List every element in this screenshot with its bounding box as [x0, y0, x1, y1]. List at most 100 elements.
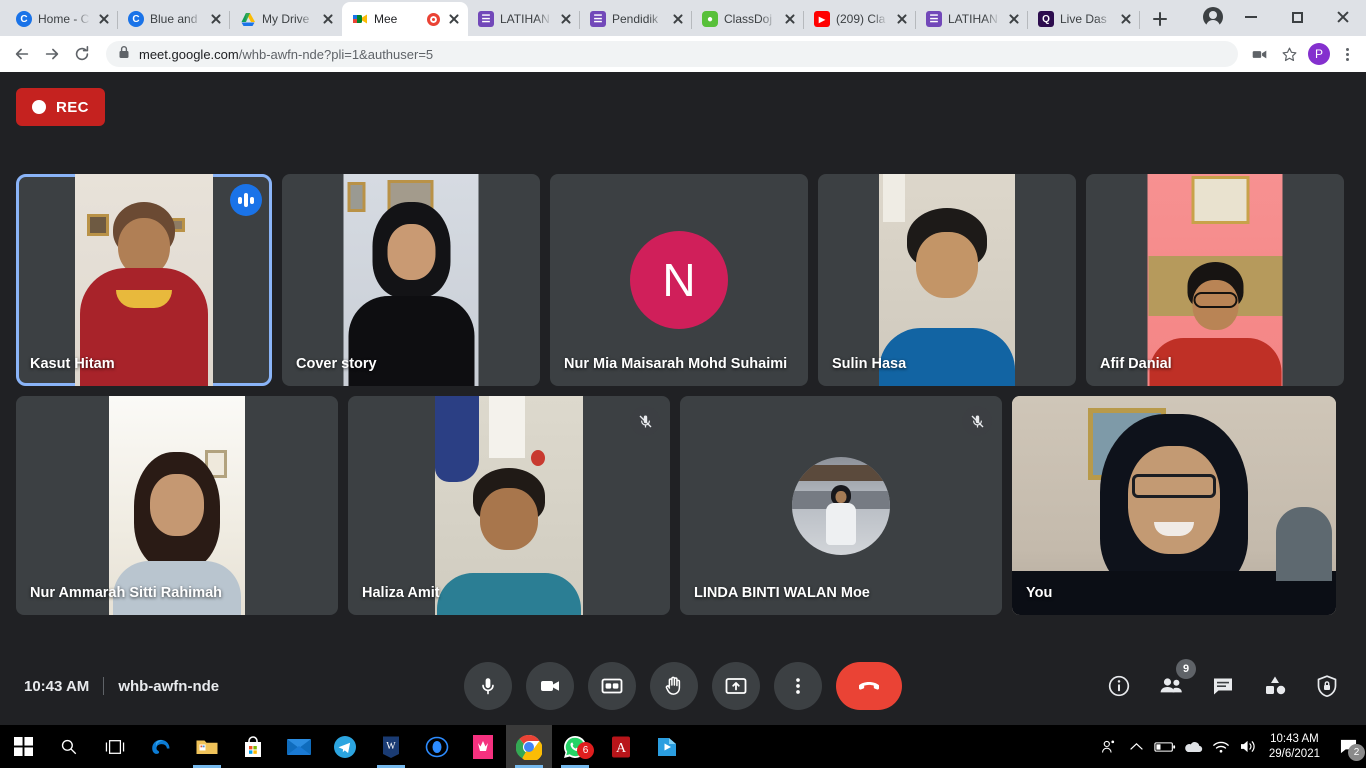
- raise-hand-button[interactable]: [650, 662, 698, 710]
- tab-close-icon[interactable]: [558, 11, 574, 27]
- chat-button[interactable]: [1208, 671, 1238, 701]
- maximize-button[interactable]: [1274, 0, 1320, 34]
- tab-title: Home - C: [38, 12, 90, 26]
- system-tray: 10:43 AM 29/6/2021 2: [1095, 725, 1366, 768]
- browser-tab-1[interactable]: C Blue and: [118, 2, 230, 36]
- kebab-menu-icon[interactable]: [1336, 43, 1358, 65]
- participant-tile-sulin-hasa[interactable]: Sulin Hasa: [818, 174, 1076, 386]
- volume-icon[interactable]: [1235, 725, 1263, 768]
- taskbar-clock[interactable]: 10:43 AM 29/6/2021: [1263, 725, 1330, 768]
- tab-close-icon[interactable]: [208, 11, 224, 27]
- chair-shape: [1276, 507, 1332, 581]
- participant-tile-haliza-amit[interactable]: Haliza Amit: [348, 396, 670, 615]
- participant-count-badge: 9: [1176, 659, 1196, 679]
- participant-name: Kasut Hitam: [30, 356, 115, 372]
- tab-close-icon[interactable]: [894, 11, 910, 27]
- minimize-button[interactable]: [1228, 0, 1274, 34]
- participant-tile-nur-ammarah[interactable]: Nur Ammarah Sitti Rahimah: [16, 396, 338, 615]
- participant-tile-kasut-hitam[interactable]: Kasut Hitam: [16, 174, 272, 386]
- host-controls-button[interactable]: [1312, 671, 1342, 701]
- meeting-time: 10:43 AM: [24, 677, 90, 695]
- tab-close-icon[interactable]: [782, 11, 798, 27]
- forward-arrow-icon[interactable]: [38, 40, 66, 68]
- tab-strip: C Home - C C Blue and My Drive Mee ☰ LAT…: [0, 0, 1366, 36]
- task-view-icon[interactable]: [92, 725, 138, 768]
- browser-tab-2[interactable]: My Drive: [230, 2, 342, 36]
- meet-call-controls: [464, 662, 902, 710]
- close-window-button[interactable]: [1320, 0, 1366, 34]
- recording-label: REC: [56, 98, 89, 116]
- store-icon[interactable]: [230, 725, 276, 768]
- folder-icon[interactable]: [184, 725, 230, 768]
- action-center-button[interactable]: 2: [1330, 725, 1366, 768]
- wifi-icon[interactable]: [1207, 725, 1235, 768]
- tab-close-icon[interactable]: [1006, 11, 1022, 27]
- leave-call-button[interactable]: [836, 662, 902, 710]
- tab-close-icon[interactable]: [1118, 11, 1134, 27]
- browser-tab-9[interactable]: Q Live Das: [1028, 2, 1140, 36]
- address-bar[interactable]: meet.google.com/whb-awfn-nde?pli=1&authu…: [106, 41, 1238, 67]
- glasses-icon: [1193, 292, 1237, 308]
- telegram-icon[interactable]: [322, 725, 368, 768]
- participant-tile-cover-story[interactable]: Cover story: [282, 174, 540, 386]
- participant-video: [879, 174, 1015, 386]
- powerpoint-icon[interactable]: [644, 725, 690, 768]
- participant-name: Cover story: [296, 356, 377, 372]
- zoom-icon[interactable]: [414, 725, 460, 768]
- browser-tab-7[interactable]: ▶ (209) Cla: [804, 2, 916, 36]
- search-icon[interactable]: [46, 725, 92, 768]
- tab-close-icon[interactable]: [446, 11, 462, 27]
- divider: [103, 677, 105, 695]
- start-button[interactable]: [0, 725, 46, 768]
- more-options-button[interactable]: [774, 662, 822, 710]
- participant-tile-afif-danial[interactable]: Afif Danial: [1086, 174, 1344, 386]
- browser-tab-0[interactable]: C Home - C: [6, 2, 118, 36]
- onedrive-icon[interactable]: [1179, 725, 1207, 768]
- participant-tile-linda[interactable]: LINDA BINTI WALAN Moe: [680, 396, 1002, 615]
- browser-tab-3-active[interactable]: Mee: [342, 2, 468, 36]
- reload-icon[interactable]: [68, 40, 96, 68]
- activities-button[interactable]: [1260, 671, 1290, 701]
- tab-close-icon[interactable]: [96, 11, 112, 27]
- media-cast-icon[interactable]: [1246, 41, 1272, 67]
- background-structure: [792, 464, 890, 481]
- show-hidden-icons-icon[interactable]: [1123, 725, 1151, 768]
- acrobat-reader-icon[interactable]: A: [598, 725, 644, 768]
- browser-tab-5[interactable]: ☰ Pendidik: [580, 2, 692, 36]
- back-arrow-icon[interactable]: [8, 40, 36, 68]
- participant-name: You: [1026, 585, 1053, 601]
- meeting-details-button[interactable]: [1104, 671, 1134, 701]
- tab-title: Mee: [374, 12, 398, 26]
- whatsapp-icon[interactable]: 6: [552, 725, 598, 768]
- tab-close-icon[interactable]: [320, 11, 336, 27]
- windows-taskbar: W 6 A 10:43 AM 29/6/2021 2: [0, 725, 1366, 768]
- show-everyone-button[interactable]: 9: [1156, 659, 1196, 701]
- clock-time: 10:43 AM: [1270, 732, 1319, 745]
- browser-tab-4[interactable]: ☰ LATIHAN: [468, 2, 580, 36]
- chrome-icon[interactable]: [506, 725, 552, 768]
- canva-icon[interactable]: [460, 725, 506, 768]
- svg-text:A: A: [616, 741, 627, 756]
- browser-profile-avatar[interactable]: P: [1306, 41, 1332, 67]
- camera-button[interactable]: [526, 662, 574, 710]
- star-icon[interactable]: [1276, 41, 1302, 67]
- browser-tab-6[interactable]: ● ClassDoj: [692, 2, 804, 36]
- tab-close-icon[interactable]: [670, 11, 686, 27]
- participant-tile-you[interactable]: You: [1012, 396, 1336, 615]
- new-tab-button[interactable]: [1146, 5, 1174, 33]
- wall-frame-decoration: [1191, 176, 1250, 224]
- battery-icon[interactable]: [1151, 725, 1179, 768]
- mail-icon[interactable]: [276, 725, 322, 768]
- meet-now-people-icon[interactable]: [1095, 725, 1123, 768]
- microphone-button[interactable]: [464, 662, 512, 710]
- participant-grid: Kasut Hitam Cover story N Nur Mia Maisar…: [16, 174, 1350, 625]
- captions-button[interactable]: [588, 662, 636, 710]
- wps-writer-icon[interactable]: W: [368, 725, 414, 768]
- browser-tab-8[interactable]: ☰ LATIHAN: [916, 2, 1028, 36]
- video-scene: [1147, 174, 1283, 386]
- participant-name: Sulin Hasa: [832, 356, 907, 372]
- edge-icon[interactable]: [138, 725, 184, 768]
- present-now-button[interactable]: [712, 662, 760, 710]
- participant-tile-nur-mia[interactable]: N Nur Mia Maisarah Mohd Suhaimi: [550, 174, 808, 386]
- browser-profile-chip[interactable]: [1200, 4, 1226, 30]
